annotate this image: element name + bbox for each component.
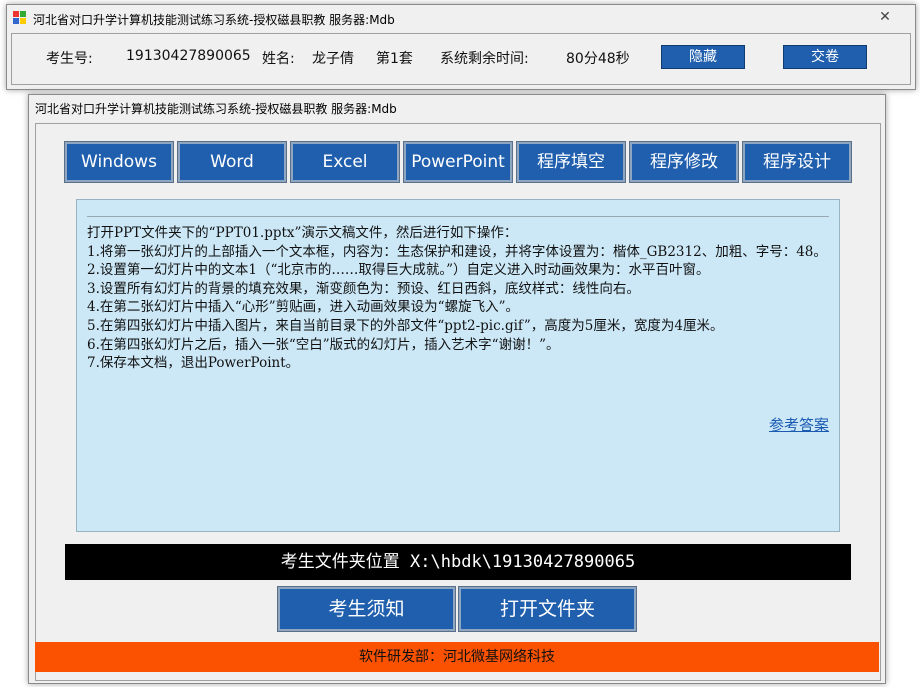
time-remaining: 80分48秒: [566, 51, 630, 67]
content-divider: [87, 216, 829, 217]
status-titlebar: 河北省对口升学计算机技能测试练习系统-授权磁县职教 服务器:Mdb ✕: [7, 5, 915, 31]
question-line: 7.保存本文档，退出PowerPoint。: [87, 355, 300, 372]
tab-program-fill[interactable]: 程序填空: [516, 141, 626, 183]
exam-info-panel: 考生号: 19130427890065 姓名: 龙子倩 第1套 系统剩余时间: …: [11, 33, 911, 85]
exam-notice-button[interactable]: 考生须知: [277, 586, 456, 632]
main-window-title: 河北省对口升学计算机技能测试练习系统-授权磁县职教 服务器:Mdb: [35, 102, 397, 116]
question-line: 6.在第四张幻灯片之后，插入一张“空白”版式的幻灯片，插入艺术字“谢谢！”。: [87, 336, 560, 353]
footer-credit: 软件研发部：河北微基网络科技: [35, 642, 879, 672]
tab-program-design[interactable]: 程序设计: [742, 141, 852, 183]
set-label: 第1套: [376, 51, 413, 67]
question-text: 打开PPT文件夹下的“PPT01.pptx”演示文稿文件，然后进行如下操作： 1…: [87, 224, 829, 373]
tab-program-fix[interactable]: 程序修改: [629, 141, 739, 183]
name-label: 姓名:: [262, 51, 295, 67]
question-line: 3.设置所有幻灯片的背景的填充效果，渐变颜色为：预设、红日西斜，底纹样式：线性向…: [87, 280, 640, 297]
main-window: 河北省对口升学计算机技能测试练习系统-授权磁县职教 服务器:Mdb Window…: [28, 94, 886, 684]
hide-button[interactable]: 隐藏: [661, 45, 745, 69]
exam-status-window: 河北省对口升学计算机技能测试练习系统-授权磁县职教 服务器:Mdb ✕ 考生号:…: [6, 4, 916, 90]
submit-button[interactable]: 交卷: [783, 45, 867, 69]
exam-id-label: 考生号:: [46, 51, 93, 67]
time-label: 系统剩余时间:: [440, 51, 529, 67]
exam-folder-path: 考生文件夹位置 X:\hbdk\19130427890065: [65, 544, 851, 580]
question-line: 2.设置第一幻灯片中的文本1（“北京市的……取得巨大成就。”）自定义进入时动画效…: [87, 262, 710, 279]
close-icon[interactable]: ✕: [863, 7, 907, 27]
exam-id-value: 19130427890065: [126, 48, 251, 64]
tab-excel[interactable]: Excel: [290, 141, 400, 183]
question-line: 4.在第二张幻灯片中插入“心形”剪贴画，进入动画效果设为“螺旋飞入”。: [87, 299, 519, 316]
tab-word[interactable]: Word: [177, 141, 287, 183]
question-line: 1.将第一张幻灯片的上部插入一个文本框，内容为：生态保护和建设，并将字体设置为：…: [87, 243, 827, 260]
name-value: 龙子倩: [312, 51, 354, 67]
open-folder-button[interactable]: 打开文件夹: [458, 586, 637, 632]
tab-powerpoint[interactable]: PowerPoint: [403, 141, 513, 183]
question-line: 5.在第四张幻灯片中插入图片，来自当前目录下的外部文件“ppt2-pic.gif…: [87, 317, 724, 334]
reference-answer-link[interactable]: 参考答案: [769, 414, 829, 435]
tab-windows[interactable]: Windows: [64, 141, 174, 183]
status-window-title: 河北省对口升学计算机技能测试练习系统-授权磁县职教 服务器:Mdb: [33, 13, 395, 27]
question-line: 打开PPT文件夹下的“PPT01.pptx”演示文稿文件，然后进行如下操作：: [87, 225, 518, 241]
app-icon: [13, 11, 27, 25]
question-content-box[interactable]: 打开PPT文件夹下的“PPT01.pptx”演示文稿文件，然后进行如下操作： 1…: [76, 199, 840, 532]
